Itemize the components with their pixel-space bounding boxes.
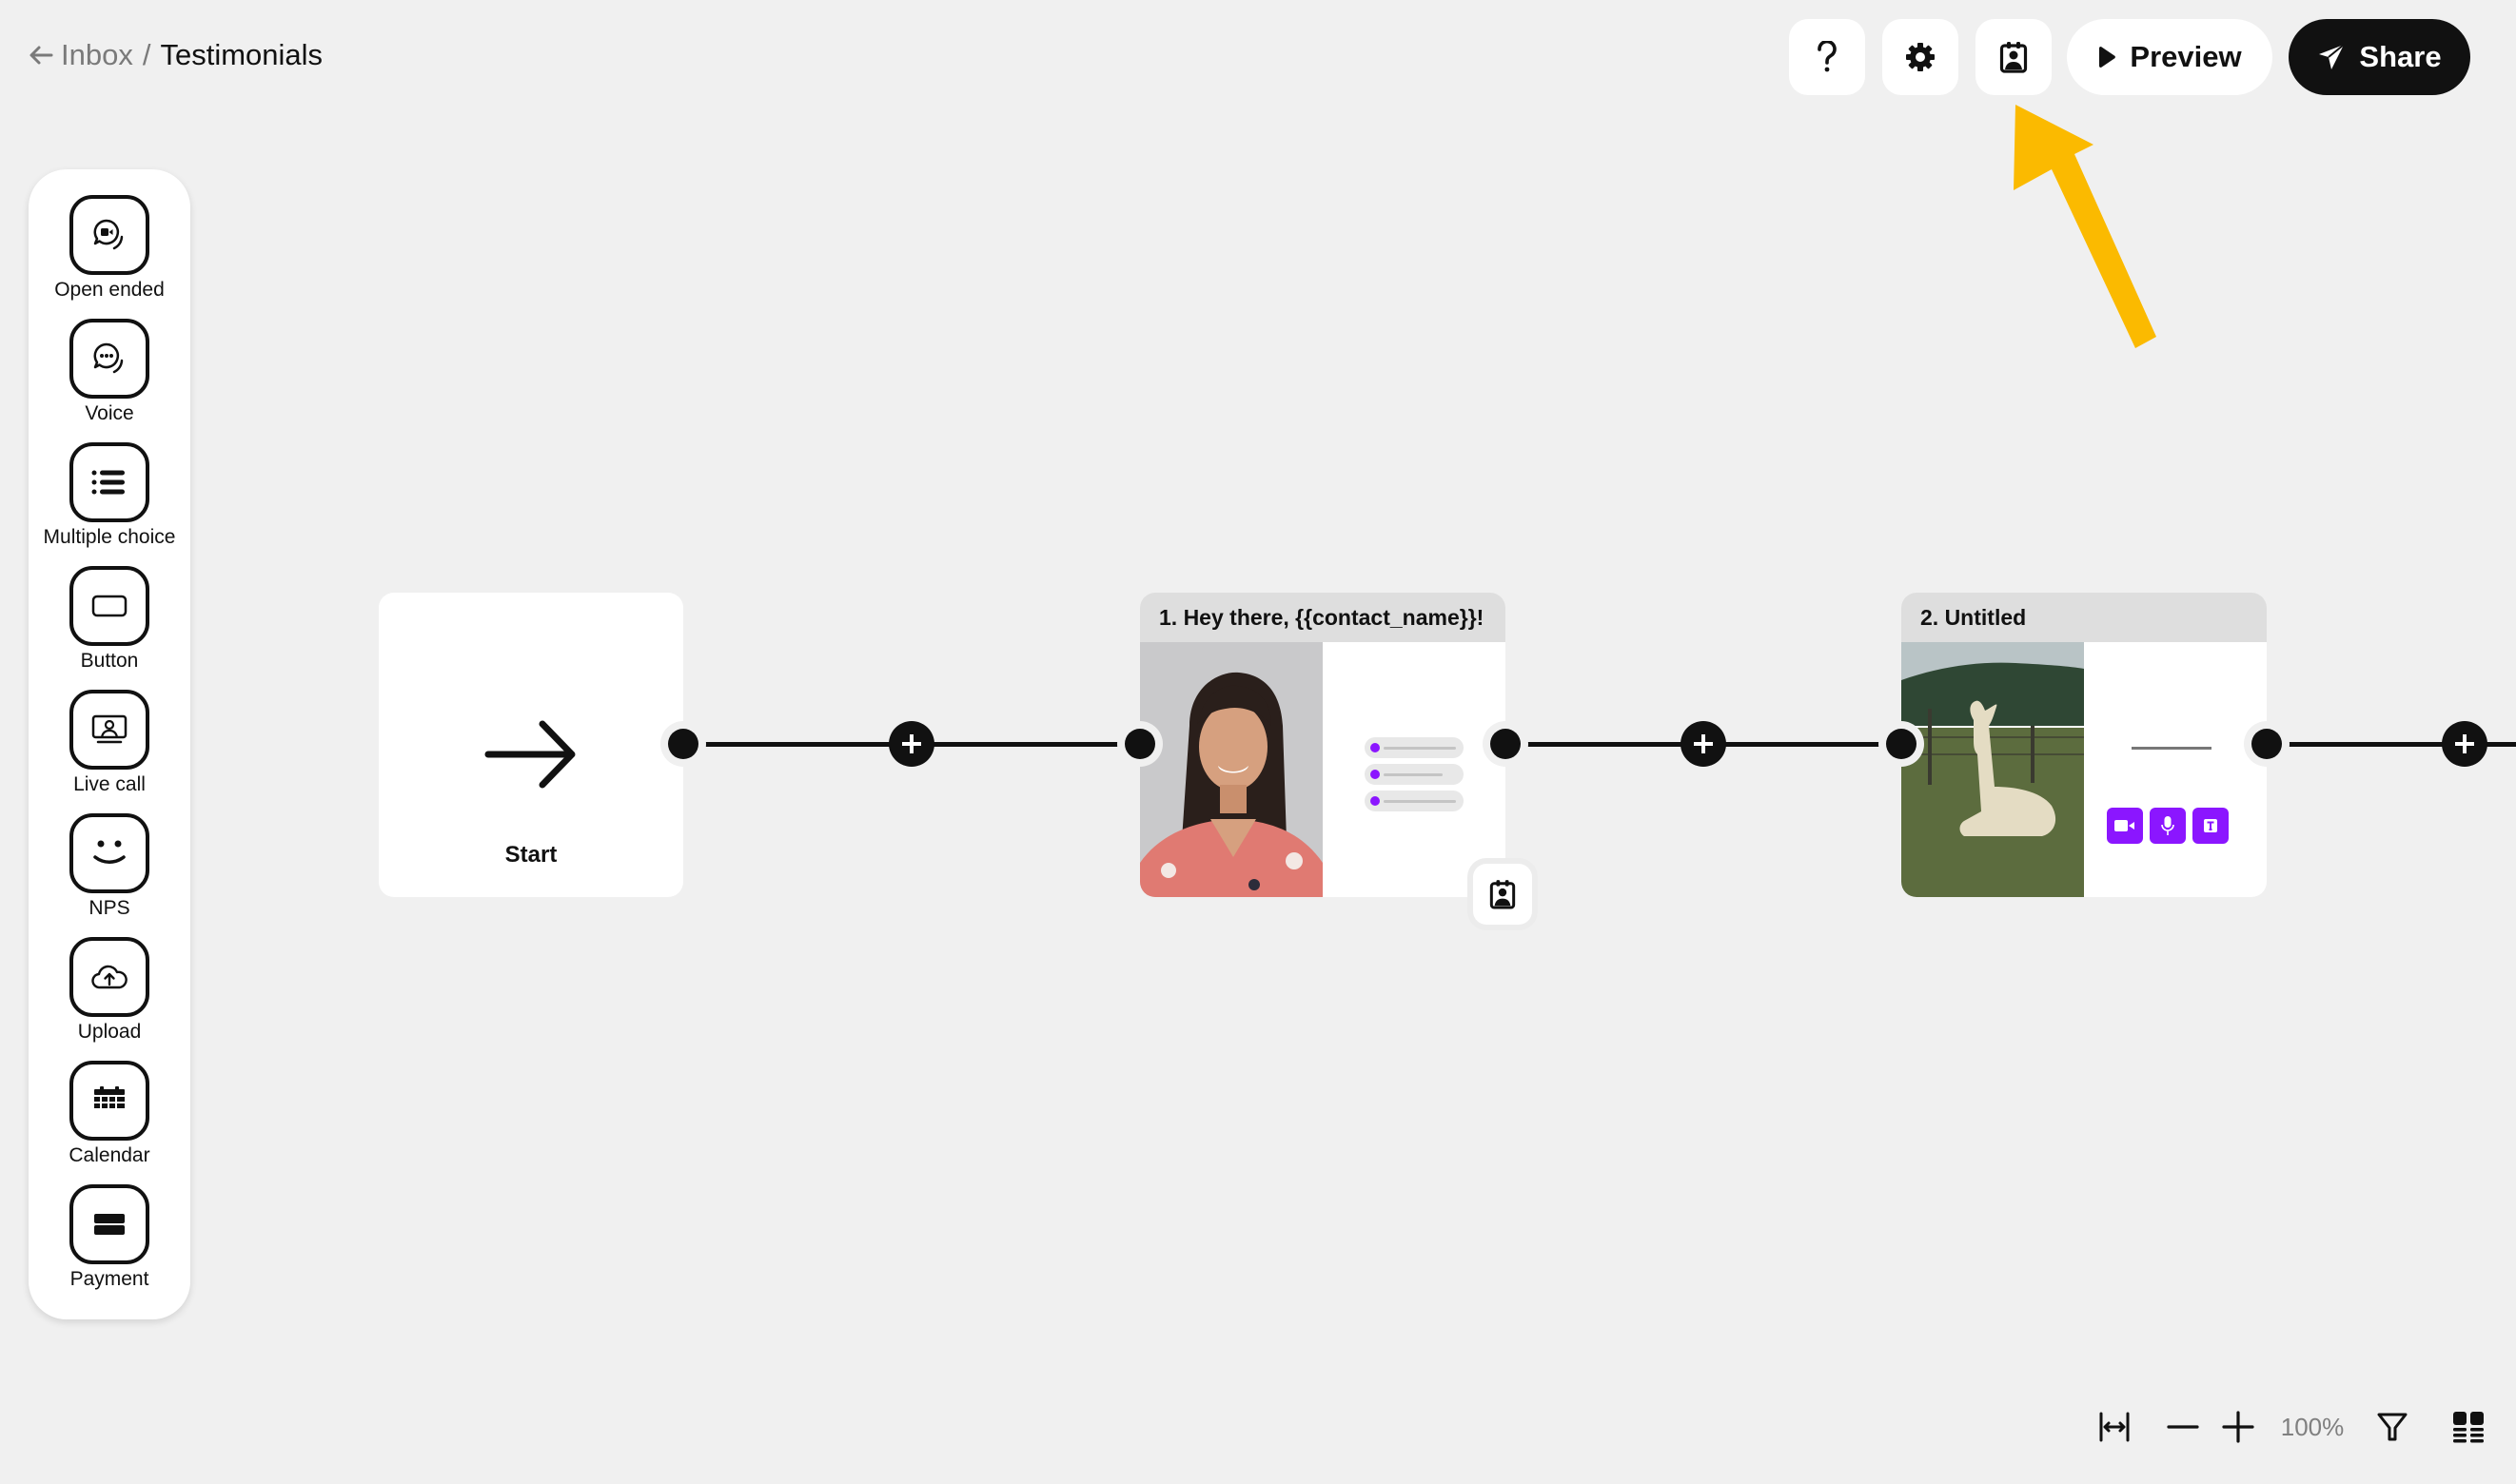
question-mark-icon	[1818, 41, 1837, 72]
add-step-button[interactable]	[2442, 721, 2487, 767]
question-line	[2132, 747, 2211, 750]
video-thumbnail	[1901, 642, 2084, 897]
voice-chat-bubble-icon	[93, 342, 124, 374]
help-button[interactable]	[1789, 19, 1865, 95]
cloud-upload-icon	[91, 965, 128, 989]
choice-option	[1365, 764, 1464, 785]
text-icon	[2204, 819, 2217, 832]
plus-icon	[2455, 734, 2474, 753]
step-2-input-port[interactable]	[1886, 729, 1916, 759]
zoom-in-button[interactable]	[2219, 1408, 2257, 1446]
step-1-output-port[interactable]	[1490, 729, 1521, 759]
contact-card-button[interactable]	[1975, 19, 2052, 95]
minus-icon	[2167, 1425, 2199, 1429]
grid-layout-icon	[2453, 1412, 2484, 1443]
play-icon	[2099, 47, 2116, 68]
sidebar-item-live-call[interactable]: Live call	[29, 690, 190, 796]
video-thumbnail	[1140, 642, 1323, 897]
breadcrumb-back-link[interactable]: Inbox	[29, 38, 133, 72]
fit-width-icon	[2099, 1412, 2130, 1442]
preview-label: Preview	[2130, 40, 2242, 73]
sidebar-item-open-ended[interactable]: Open ended	[29, 195, 190, 302]
breadcrumb-separator: /	[142, 38, 151, 71]
sidebar-item-label: NPS	[88, 897, 130, 919]
sidebar-item-multiple-choice[interactable]: Multiple choice	[29, 442, 190, 549]
sidebar-item-label: Calendar	[69, 1144, 150, 1166]
choice-option	[1365, 737, 1464, 758]
arrow-left-icon	[29, 46, 53, 65]
add-step-button[interactable]	[889, 721, 934, 767]
contact-card-badge[interactable]	[1473, 864, 1532, 925]
start-output-port[interactable]	[668, 729, 698, 759]
choice-option	[1365, 791, 1464, 811]
sidebar-item-button[interactable]: Button	[29, 566, 190, 673]
sidebar-item-label: Payment	[69, 1268, 149, 1290]
breadcrumb: Inbox / Testimonials	[29, 34, 323, 76]
annotation-arrow	[2014, 105, 2156, 348]
video-response-option	[2107, 808, 2143, 844]
filter-icon	[2377, 1413, 2408, 1441]
start-label: Start	[504, 842, 558, 868]
list-icon	[91, 470, 125, 495]
sidebar-item-calendar[interactable]: Calendar	[29, 1061, 190, 1167]
text-response-option	[2192, 808, 2229, 844]
video-chat-bubble-icon	[93, 219, 124, 250]
audio-response-option	[2150, 808, 2186, 844]
send-icon	[2319, 44, 2346, 69]
step-2-output-port[interactable]	[2251, 729, 2282, 759]
layout-button[interactable]	[2449, 1408, 2487, 1446]
add-step-button[interactable]	[1681, 721, 1726, 767]
person-photo	[1140, 642, 1323, 897]
step-card-1[interactable]: 1. Hey there, {{contact_name}}!	[1140, 593, 1505, 897]
plus-icon	[2222, 1411, 2254, 1443]
step-title: 1. Hey there, {{contact_name}}!	[1140, 593, 1505, 642]
contact-card-icon	[1489, 880, 1516, 909]
preview-button[interactable]: Preview	[2067, 19, 2272, 95]
breadcrumb-current: Testimonials	[160, 38, 324, 71]
sidebar-item-label: Open ended	[54, 279, 165, 301]
multiple-choice-preview	[1323, 642, 1505, 897]
sidebar-item-payment[interactable]: Payment	[29, 1184, 190, 1291]
sidebar-item-label: Voice	[85, 402, 134, 424]
sidebar-item-label: Button	[80, 650, 139, 672]
plus-icon	[1694, 734, 1713, 753]
credit-card-icon	[94, 1214, 125, 1235]
filter-button[interactable]	[2373, 1408, 2411, 1446]
smiley-icon	[93, 840, 126, 864]
zoom-level: 100%	[2280, 1412, 2345, 1441]
step-card-2[interactable]: 2. Untitled	[1901, 593, 2267, 897]
breadcrumb-parent[interactable]: Inbox	[61, 38, 133, 72]
share-label: Share	[2359, 40, 2442, 73]
video-camera-icon	[2114, 820, 2134, 831]
alpaca-photo	[1901, 642, 2084, 897]
sidebar-item-voice[interactable]: Voice	[29, 319, 190, 425]
sidebar-item-label: Upload	[77, 1021, 142, 1043]
button-rect-icon	[91, 595, 128, 617]
fit-width-button[interactable]	[2095, 1408, 2133, 1446]
arrow-right-icon	[484, 720, 576, 789]
response-type-preview	[2084, 642, 2267, 897]
gear-icon	[1906, 43, 1935, 71]
step-1-input-port[interactable]	[1125, 729, 1155, 759]
start-node[interactable]: Start	[379, 593, 683, 897]
step-title: 2. Untitled	[1901, 593, 2267, 642]
question-type-sidebar: Open ended Voice Multiple choice Button …	[29, 169, 190, 1319]
calendar-icon	[94, 1086, 125, 1108]
contact-card-icon	[1999, 42, 2028, 73]
settings-button[interactable]	[1882, 19, 1958, 95]
sidebar-item-nps[interactable]: NPS	[29, 813, 190, 920]
monitor-person-icon	[91, 714, 128, 744]
sidebar-item-label: Multiple choice	[43, 526, 176, 548]
zoom-out-button[interactable]	[2164, 1408, 2202, 1446]
sidebar-item-upload[interactable]: Upload	[29, 937, 190, 1044]
plus-icon	[902, 734, 921, 753]
sidebar-item-label: Live call	[73, 773, 146, 795]
share-button[interactable]: Share	[2289, 19, 2470, 95]
microphone-icon	[2161, 816, 2174, 835]
